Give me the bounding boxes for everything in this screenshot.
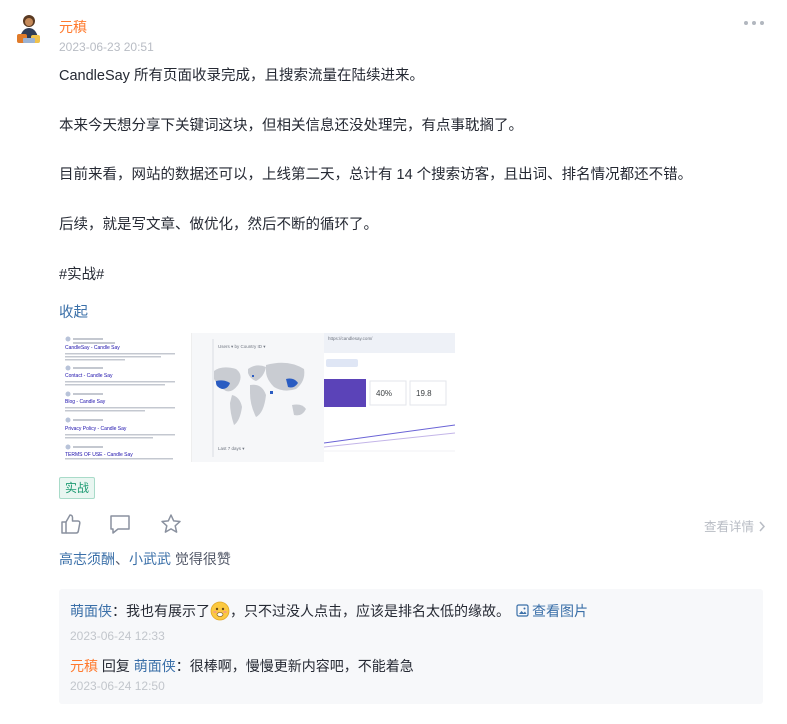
search-result-title: CandleSay - Candle Say (65, 345, 120, 351)
comment-separator: ： (175, 658, 190, 674)
comment-time: 2023-06-24 12:33 (70, 629, 165, 643)
star-icon[interactable] (159, 512, 183, 536)
comment-text: 很棒啊，慢慢更新内容吧，不能着急 (189, 658, 414, 674)
image-icon (516, 604, 529, 617)
image-user-map[interactable]: Users ▾ by Country ID ▾ Last 7 days ▾ (192, 333, 324, 462)
post-paragraph: 本来今天想分享下关键词这块，但相关信息还没处理完，有点事耽搁了。 (59, 118, 523, 134)
search-result-title: TERMS OF USE - Candle Say (65, 452, 133, 458)
search-result-title: Contact - Candle Say (65, 373, 113, 379)
comment-item: 元稹 回复 萌面侠：很棒啊，慢慢更新内容吧，不能着急 (70, 656, 414, 676)
like-separator: 、 (115, 551, 129, 567)
more-options-icon[interactable] (744, 16, 766, 28)
reply-word: 回复 (98, 658, 134, 674)
grimace-emoji-icon (210, 601, 230, 621)
comment-author[interactable]: 元稹 (70, 658, 98, 674)
url-bar: https://candlesay.com/ (328, 336, 373, 341)
view-detail-link[interactable]: 查看详情 (704, 516, 766, 535)
metric-value: 40% (376, 389, 393, 398)
comment-author[interactable]: 萌面侠 (70, 603, 112, 619)
post-paragraph: 目前来看，网站的数据还可以，上线第二天，总计有 14 个搜索访客，且出词、排名情… (59, 167, 693, 183)
post-images[interactable]: CandleSay - Candle Say Contact - Candle … (59, 333, 455, 462)
comment-text: 我也有展示了 (126, 603, 210, 619)
post-paragraph: CandleSay 所有页面收录完成，且搜索流量在陆续进来。 (59, 68, 424, 84)
view-image-link[interactable]: 查看图片 (532, 603, 588, 619)
search-result-title: Blog - Candle Say (65, 399, 106, 405)
post-hashtag[interactable]: #实战# (59, 265, 104, 285)
post-time: 2023-06-23 20:51 (59, 40, 154, 54)
like-user[interactable]: 小武武 (129, 551, 171, 567)
collapse-button[interactable]: 收起 (59, 301, 88, 322)
avatar[interactable] (12, 12, 46, 46)
like-user[interactable]: 高志须酬 (59, 551, 115, 567)
comment-icon[interactable] (108, 512, 132, 536)
map-footer: Last 7 days ▾ (218, 446, 245, 451)
view-detail-label: 查看详情 (704, 520, 755, 534)
comment-text: ，只不过没人点击，应该是排名太低的缘故。 (230, 603, 510, 619)
comment-separator: ： (112, 603, 126, 619)
search-result-title: Privacy Policy - Candle Say (65, 426, 127, 432)
world-map-icon (212, 339, 306, 457)
post-author[interactable]: 元稹 (59, 17, 87, 37)
comment-section: 萌面侠：我也有展示了 ，只不过没人点击，应该是排名太低的缘故。 查看图片 2023-… (59, 589, 763, 704)
topic-tag[interactable]: 实战 (59, 477, 96, 499)
reply-to-user[interactable]: 萌面侠 (134, 658, 176, 674)
image-search-results[interactable]: CandleSay - Candle Say Contact - Candle … (59, 333, 192, 462)
comment-time: 2023-06-24 12:50 (70, 679, 165, 693)
metric-value: 19.8 (416, 389, 432, 398)
likes-summary: 高志须酬、小武武 觉得很赞 (59, 549, 231, 569)
post-paragraph: 后续，就是写文章、做优化，然后不断的循环了。 (59, 217, 378, 233)
like-icon[interactable] (59, 512, 83, 536)
likes-suffix: 觉得很赞 (171, 551, 231, 567)
chevron-right-icon (758, 521, 766, 535)
comment-item: 萌面侠：我也有展示了 ，只不过没人点击，应该是排名太低的缘故。 查看图片 (70, 601, 588, 621)
image-analytics-dashboard[interactable]: https://candlesay.com/ 40% 19.8 (324, 333, 455, 462)
